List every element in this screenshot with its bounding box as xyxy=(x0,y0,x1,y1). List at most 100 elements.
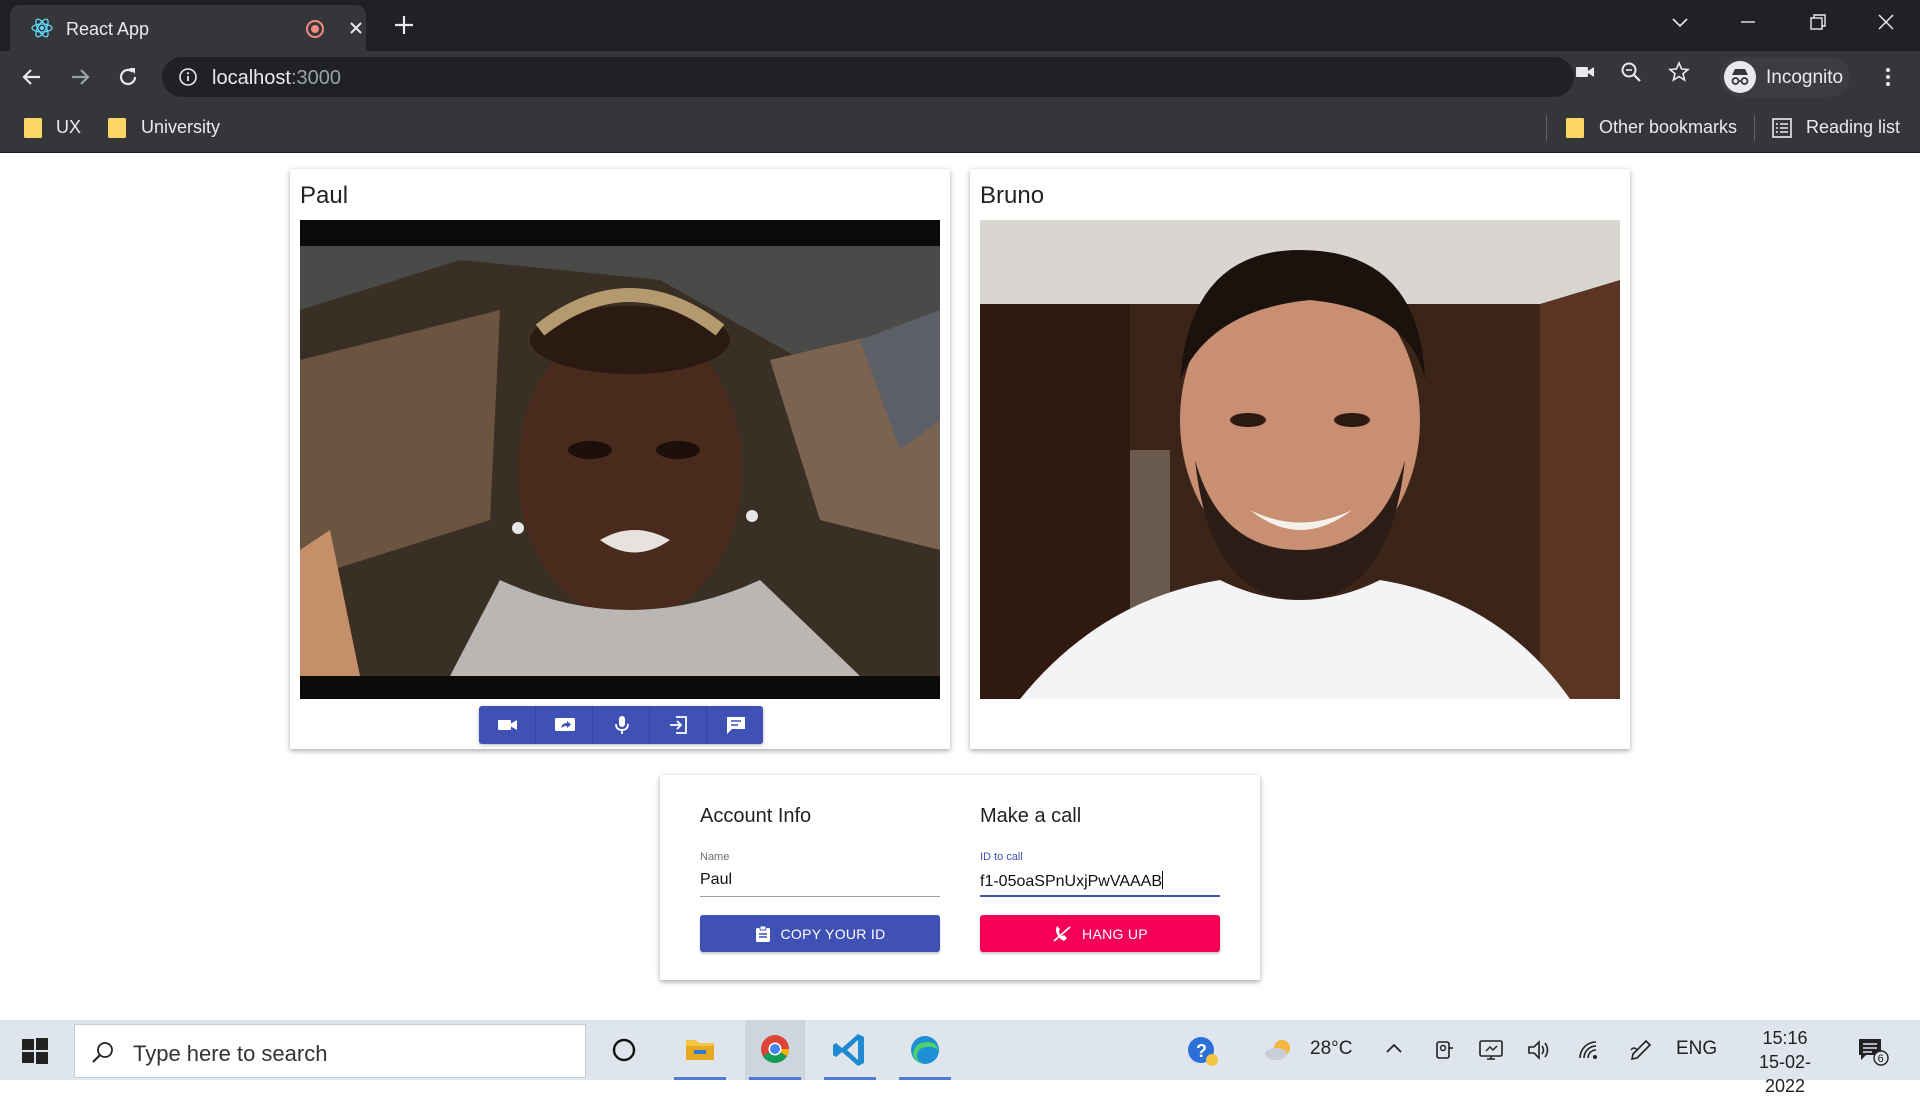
exit-icon xyxy=(670,716,687,734)
file-explorer-icon xyxy=(686,1040,714,1060)
chrome-icon xyxy=(761,1035,789,1063)
remote-video-frame xyxy=(980,220,1620,699)
copy-id-label: COPY YOUR ID xyxy=(780,925,886,942)
videocam-icon xyxy=(498,720,517,730)
help-icon[interactable]: ? xyxy=(1186,1034,1220,1068)
search-icon xyxy=(92,1042,113,1063)
chat-icon xyxy=(727,717,745,734)
volume-icon[interactable] xyxy=(1526,1038,1552,1062)
camera-tray-icon[interactable] xyxy=(1432,1038,1456,1062)
cortana-icon xyxy=(612,1038,636,1062)
call-panel: Account Info Name Paul COPY YOUR ID Make… xyxy=(660,775,1260,980)
edge-icon xyxy=(911,1036,939,1064)
toggle-camera-button[interactable] xyxy=(479,706,536,744)
pen-icon[interactable] xyxy=(1628,1038,1654,1062)
svg-text:?: ? xyxy=(1196,1041,1207,1061)
show-hidden-icons-chevron-icon[interactable] xyxy=(1384,1040,1404,1056)
bookmarks-bar: UX University Other bookmarks Reading li… xyxy=(0,103,1920,153)
incognito-label: Incognito xyxy=(1766,67,1844,88)
clipboard-icon xyxy=(755,925,770,942)
incognito-icon xyxy=(1724,61,1756,93)
remote-video-card: Bruno xyxy=(970,169,1630,749)
hang-up-label: HANG UP xyxy=(1082,925,1148,942)
id-to-call-value: f1-05oaSPnUxjPwVAAAB xyxy=(980,873,1163,890)
video-chat-app: Paul Bruno Account Info Name Paul COPY Y… xyxy=(0,153,1920,1020)
bookmarks-divider xyxy=(1546,115,1547,141)
screen-share-icon xyxy=(555,718,575,731)
taskbar-search-box[interactable]: Type here to search xyxy=(74,1024,586,1078)
vscode-icon xyxy=(833,1034,864,1066)
system-clock[interactable]: 15:16 15-02-2022 xyxy=(1740,1026,1830,1098)
notification-count: 6 xyxy=(1878,1053,1884,1065)
bookmarks-divider xyxy=(1754,115,1755,141)
clock-time: 15:16 xyxy=(1762,1028,1808,1048)
windows-taskbar: Type here to search ? 28°C ENG 15:16 15-… xyxy=(0,1020,1920,1096)
cortana-button[interactable] xyxy=(594,1020,654,1080)
close-tab-icon[interactable] xyxy=(348,20,364,36)
browser-menu-icon[interactable] xyxy=(1878,66,1898,88)
clock-date: 15-02-2022 xyxy=(1758,1052,1812,1096)
react-logo-icon xyxy=(30,16,54,40)
folder-icon xyxy=(24,118,42,138)
site-info-icon[interactable] xyxy=(178,67,198,87)
call-controls xyxy=(479,706,763,744)
browser-tab[interactable]: React App xyxy=(10,5,366,51)
browser-toolbar: localhost:3000 Incognito xyxy=(0,51,1920,103)
incognito-profile-button[interactable]: Incognito xyxy=(1720,57,1850,97)
display-tray-icon[interactable] xyxy=(1478,1038,1504,1062)
name-field-label: Name xyxy=(700,851,730,863)
address-bar[interactable]: localhost:3000 xyxy=(162,57,1574,97)
id-to-call-label: ID to call xyxy=(980,851,1023,863)
new-tab-icon[interactable] xyxy=(392,13,416,37)
close-window-icon[interactable] xyxy=(1876,12,1896,32)
taskbar-chrome[interactable] xyxy=(745,1020,805,1080)
weather-icon[interactable] xyxy=(1262,1034,1296,1064)
bookmark-star-icon[interactable] xyxy=(1668,61,1690,83)
mic-icon xyxy=(615,716,629,734)
minimize-icon[interactable] xyxy=(1738,12,1758,32)
name-input[interactable]: Paul xyxy=(700,867,940,897)
make-call-heading: Make a call xyxy=(980,805,1082,827)
local-video xyxy=(300,220,940,699)
chat-button[interactable] xyxy=(707,706,764,744)
wifi-icon[interactable] xyxy=(1576,1038,1602,1062)
make-call-section: Make a call ID to call f1-05oaSPnUxjPwVA… xyxy=(980,805,1220,952)
windows-start-icon[interactable] xyxy=(22,1038,48,1064)
folder-icon xyxy=(1566,118,1584,138)
camera-in-use-icon[interactable] xyxy=(1574,61,1596,83)
language-indicator[interactable]: ENG xyxy=(1676,1038,1717,1060)
taskbar-file-explorer[interactable] xyxy=(670,1020,730,1080)
local-video-card: Paul xyxy=(290,169,950,749)
remote-user-name: Bruno xyxy=(980,182,1045,209)
notifications-icon[interactable]: 6 xyxy=(1856,1036,1890,1066)
share-screen-button[interactable] xyxy=(536,706,593,744)
reading-list-icon xyxy=(1772,118,1792,138)
weather-temperature[interactable]: 28°C xyxy=(1310,1038,1352,1060)
copy-id-button[interactable]: COPY YOUR ID xyxy=(700,915,940,952)
phone-disabled-icon xyxy=(1053,925,1071,942)
tab-bar: React App xyxy=(0,0,1920,51)
url-text: localhost:3000 xyxy=(212,67,341,89)
local-user-name: Paul xyxy=(300,182,349,209)
back-icon[interactable] xyxy=(20,65,44,89)
account-info-section: Account Info Name Paul COPY YOUR ID xyxy=(700,805,940,952)
toggle-mic-button[interactable] xyxy=(593,706,650,744)
local-video-frame xyxy=(300,220,940,699)
account-info-heading: Account Info xyxy=(700,805,812,827)
reload-icon[interactable] xyxy=(116,65,140,89)
id-to-call-input[interactable]: f1-05oaSPnUxjPwVAAAB xyxy=(980,867,1220,897)
taskbar-search-placeholder: Type here to search xyxy=(133,1041,328,1066)
forward-icon[interactable] xyxy=(68,65,92,89)
tab-search-chevron-icon[interactable] xyxy=(1670,12,1690,32)
leave-button[interactable] xyxy=(650,706,707,744)
text-caret xyxy=(1162,871,1164,889)
folder-icon xyxy=(108,118,126,138)
zoom-icon[interactable] xyxy=(1620,61,1642,83)
remote-video xyxy=(980,220,1620,699)
taskbar-vscode[interactable] xyxy=(820,1020,880,1080)
hang-up-button[interactable]: HANG UP xyxy=(980,915,1220,952)
recording-indicator-icon xyxy=(306,20,324,38)
restore-icon[interactable] xyxy=(1808,12,1828,32)
taskbar-edge[interactable] xyxy=(895,1020,955,1080)
tab-title: React App xyxy=(66,19,150,39)
